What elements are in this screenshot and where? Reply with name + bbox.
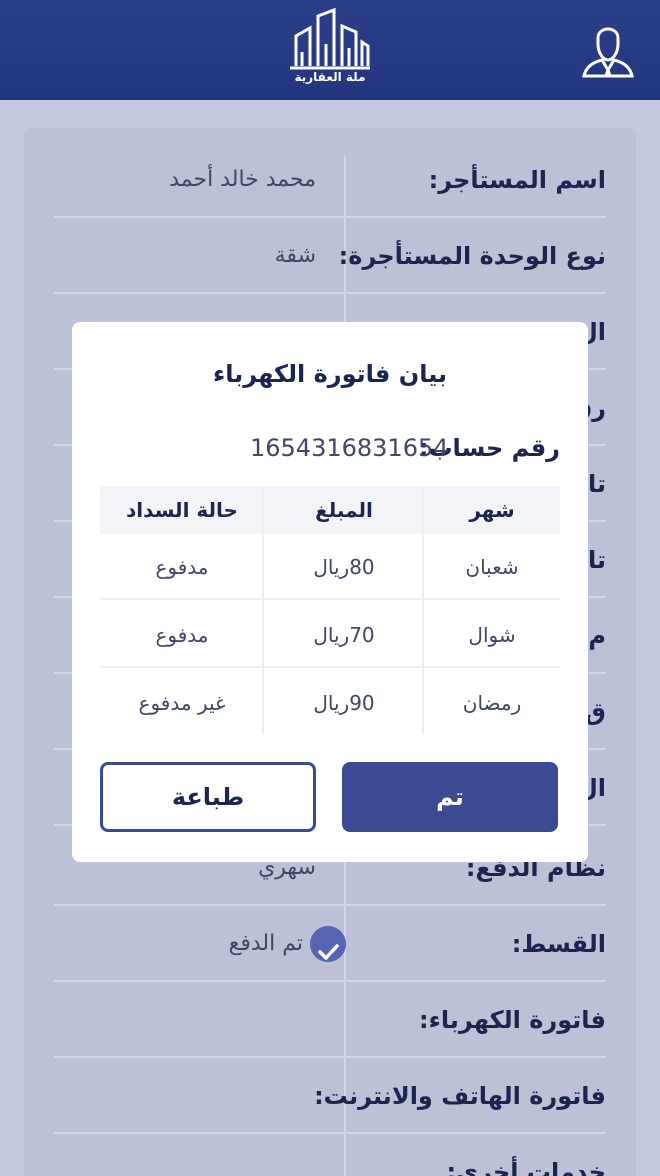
table-header-amount: المبلغ bbox=[264, 486, 424, 534]
dialog-title: بيان فاتورة الكهرباء bbox=[212, 360, 448, 388]
table-cell-status: غير مدفوع bbox=[138, 691, 226, 715]
table-header-month: شهر bbox=[424, 486, 560, 534]
detail-label: خدمات أخرى: bbox=[446, 1158, 606, 1176]
table-cell-status: مدفوع bbox=[100, 534, 264, 600]
detail-label: تا bbox=[587, 546, 606, 574]
logo-text: ملة العقارية bbox=[294, 70, 366, 84]
table-cell-amount: 80ريال bbox=[264, 534, 424, 600]
table-cell-status: مدفوع bbox=[100, 602, 264, 668]
table-cell-amount: 70ريال bbox=[264, 602, 424, 668]
table-cell-month: شوال bbox=[424, 602, 560, 668]
detail-label: نوع الوحدة المستأجرة: bbox=[338, 242, 606, 270]
detail-row-unit-type: نوع الوحدة المستأجرة: شقة bbox=[54, 218, 606, 294]
table-cell-month: شعبان bbox=[424, 534, 560, 600]
check-circle-icon bbox=[310, 926, 346, 962]
app-header: ملة العقارية bbox=[0, 0, 660, 100]
detail-label: اسم المستأجر: bbox=[428, 166, 606, 194]
detail-value: شقة bbox=[274, 243, 316, 268]
detail-row-phone-internet-bill[interactable]: فاتورة الهاتف والانترنت: bbox=[54, 1058, 606, 1134]
installment-status-text: تم الدفع bbox=[228, 931, 303, 956]
detail-label: م bbox=[588, 622, 606, 650]
account-number-value: 1654316831654 bbox=[250, 434, 449, 462]
table-cell-month: رمضان bbox=[462, 691, 522, 715]
detail-label: القسط: bbox=[511, 930, 606, 958]
detail-row-tenant-name: اسم المستأجر: محمد خالد أحمد bbox=[54, 142, 606, 218]
detail-label: تا bbox=[587, 470, 606, 498]
user-icon[interactable] bbox=[580, 20, 636, 78]
table-column-divider bbox=[422, 486, 424, 734]
detail-value: محمد خالد أحمد bbox=[169, 167, 316, 192]
installment-status: تم الدفع bbox=[229, 906, 346, 982]
detail-label: فاتورة الكهرباء: bbox=[419, 1006, 606, 1034]
table-cell-amount: 90ريال bbox=[313, 691, 375, 715]
table-column-divider bbox=[262, 486, 264, 734]
detail-label: فاتورة الهاتف والانترنت: bbox=[314, 1082, 606, 1110]
detail-row-other-services[interactable]: خدمات أخرى: bbox=[54, 1134, 606, 1176]
table-header-payment-status: حالة السداد bbox=[100, 486, 264, 534]
electricity-bill-dialog: بيان فاتورة الكهرباء رقم حساب: 165431683… bbox=[72, 322, 588, 862]
detail-row-installment: القسط: تم الدفع bbox=[54, 906, 606, 982]
detail-row-electricity-bill[interactable]: فاتورة الكهرباء: bbox=[54, 982, 606, 1058]
ok-button[interactable]: تم bbox=[342, 762, 558, 832]
print-button[interactable]: طباعة bbox=[100, 762, 316, 832]
